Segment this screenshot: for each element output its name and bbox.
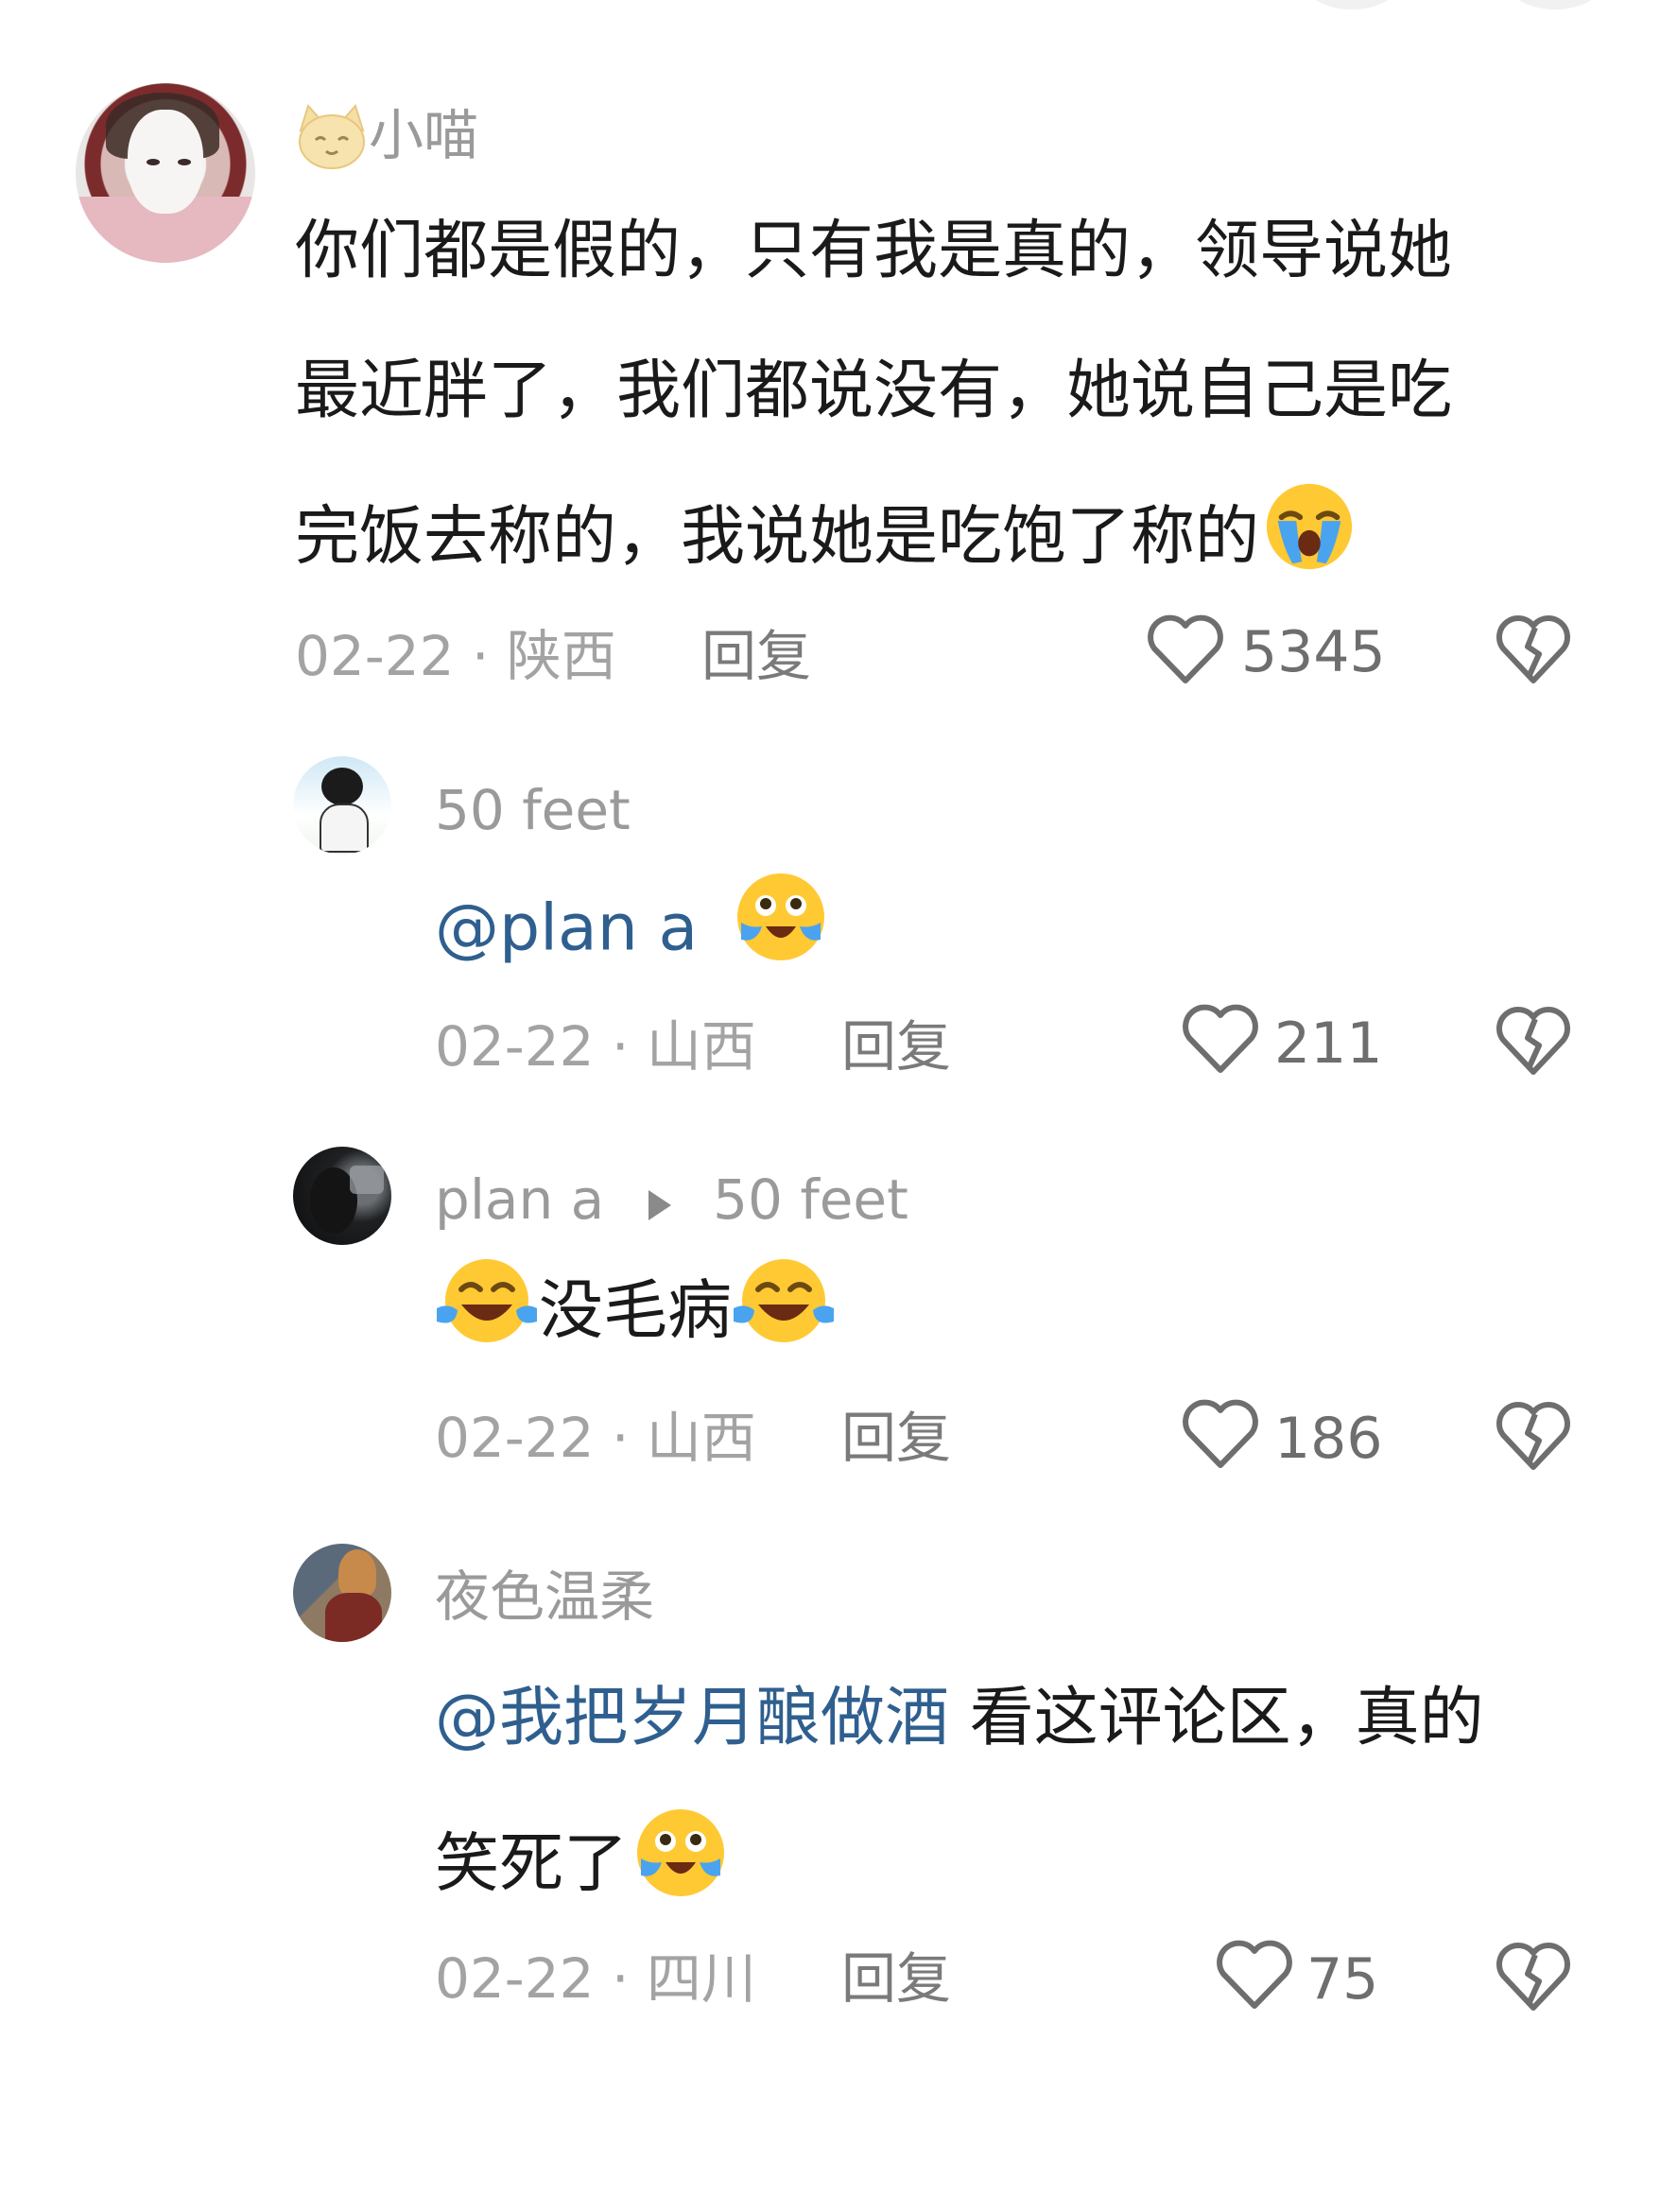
like-count: 5345 [1241, 619, 1386, 685]
comment-text-line: 没毛病 [435, 1259, 836, 1359]
reply-to-username[interactable]: 50 feet [713, 1167, 908, 1232]
heart-icon[interactable] [1182, 1002, 1259, 1076]
tears-of-joy-emoji-icon [435, 1253, 539, 1359]
comment-meta: 02-22 · 四川 [435, 1946, 756, 2011]
like-count: 75 [1306, 1946, 1379, 2013]
comment-meta: 02-22 · 山西 [435, 1406, 756, 1470]
crying-face-emoji-icon [734, 870, 828, 976]
dislike-broken-heart-icon[interactable] [1496, 1004, 1571, 1078]
top-edge-decor [0, 0, 1660, 19]
comment-username-row: plan a 50 feet [435, 1172, 908, 1231]
comment-text-line: 完饭去称的，我说她是吃饱了称的 [295, 483, 1356, 584]
comment-text-line: 最近胖了，我们都说没有，她说自己是吃 [295, 354, 1453, 428]
heart-icon[interactable] [1216, 1938, 1293, 2012]
cat-emoji-icon [295, 104, 369, 170]
comment-username[interactable]: 夜色温柔 [435, 1569, 654, 1624]
reply-button[interactable]: 回复 [841, 1951, 951, 2006]
mention-link[interactable]: @plan a [435, 891, 698, 966]
dislike-broken-heart-icon[interactable] [1496, 1940, 1571, 2013]
loudly-crying-emoji-icon [1263, 480, 1356, 584]
like-count: 211 [1274, 1011, 1383, 1077]
user-avatar[interactable] [293, 1147, 391, 1245]
comment-text-line: @plan a [435, 873, 828, 976]
comment-text-line: @我把岁月酿做酒 看这评论区，真的 [435, 1686, 1484, 1751]
comment-text-line: 你们都是假的，只有我是真的，领导说她 [295, 214, 1453, 288]
comment-text-line-text: 完饭去称的，我说她是吃饱了称的 [295, 499, 1260, 575]
comment-meta: 02-22 · 陕西 [295, 624, 616, 688]
comment-text: 没毛病 [539, 1273, 733, 1349]
reply-arrow-icon [645, 1176, 673, 1231]
user-avatar[interactable] [293, 1544, 391, 1642]
like-count: 186 [1274, 1406, 1383, 1472]
dislike-broken-heart-icon[interactable] [1496, 613, 1571, 686]
comment-meta: 02-22 · 山西 [435, 1014, 756, 1079]
comment-text: 笑死了 [435, 1826, 629, 1902]
heart-icon[interactable] [1182, 1397, 1259, 1471]
reply-button[interactable]: 回复 [701, 629, 811, 683]
crying-face-emoji-icon [633, 1806, 728, 1911]
top-button-partial [1503, 0, 1607, 9]
top-button-partial [1300, 0, 1404, 9]
heart-icon[interactable] [1147, 613, 1224, 686]
reply-button[interactable]: 回复 [841, 1019, 951, 1074]
comment-text-line: 笑死了 [435, 1809, 728, 1911]
comment-username[interactable]: 50 feet [435, 783, 631, 838]
dislike-broken-heart-icon[interactable] [1496, 1399, 1571, 1473]
comment-username[interactable]: plan a [435, 1167, 604, 1232]
comment-text: 看这评论区，真的 [949, 1681, 1484, 1755]
tears-of-joy-emoji-icon [732, 1253, 836, 1359]
user-avatar[interactable] [76, 83, 255, 263]
reply-button[interactable]: 回复 [841, 1410, 951, 1465]
user-avatar[interactable] [293, 756, 391, 855]
comment-username[interactable]: 小喵 [369, 108, 478, 163]
mention-link[interactable]: @我把岁月酿做酒 [435, 1681, 949, 1755]
